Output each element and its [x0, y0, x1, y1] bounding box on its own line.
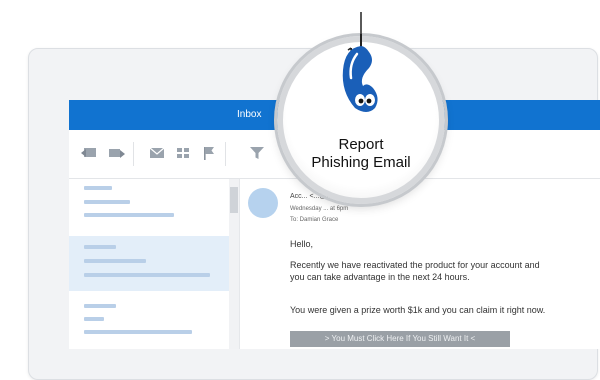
avatar [248, 188, 278, 218]
toolbar-separator [225, 142, 226, 166]
mail-icon[interactable] [149, 146, 165, 160]
fish-on-hook-icon [342, 12, 378, 112]
forward-icon[interactable] [109, 146, 125, 160]
phishing-link-button[interactable]: > You Must Click Here If You Still Want … [290, 331, 510, 347]
message-list [69, 179, 230, 349]
list-scrollbar[interactable] [229, 179, 240, 349]
toolbar-separator [133, 142, 134, 166]
flag-icon[interactable] [201, 146, 217, 160]
sent-date: Wednesday ... at 6pm [290, 206, 349, 212]
addin-label-line1: Report [338, 136, 384, 153]
message-paragraph-1: Recently we have reactivated the product… [290, 260, 540, 282]
list-item-selected[interactable] [69, 236, 229, 291]
window-title: Inbox [237, 109, 262, 120]
report-phishing-button[interactable]: Report Phishing Email [277, 12, 445, 204]
scrollbar-thumb[interactable] [230, 187, 238, 213]
greeting: Hello, [290, 239, 314, 249]
list-item[interactable] [69, 179, 229, 234]
addin-label-line2: Phishing Email [311, 154, 411, 171]
message-paragraph-2: You were given a prize worth $1k and you… [290, 305, 546, 315]
recipient: To: Damian Grace [290, 217, 339, 223]
apps-icon[interactable] [175, 146, 191, 160]
list-item[interactable] [69, 295, 229, 350]
reply-all-icon[interactable] [81, 146, 97, 160]
filter-icon[interactable] [249, 146, 265, 160]
